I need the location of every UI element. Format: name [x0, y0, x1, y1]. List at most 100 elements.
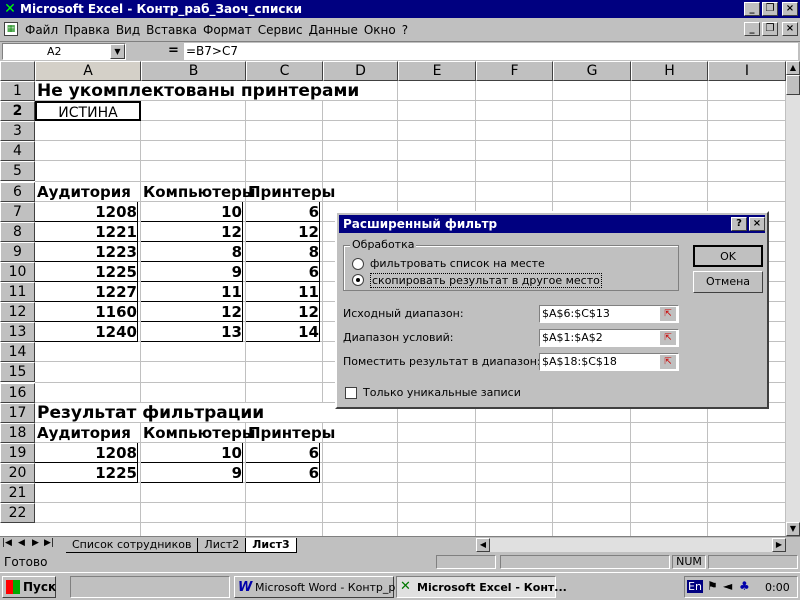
taskbar-excel-button[interactable]: ✕ Microsoft Excel - Конт...	[396, 576, 567, 598]
menu-item[interactable]: Файл	[22, 21, 61, 39]
result-cell[interactable]: 6	[246, 462, 320, 483]
dialog-help-button[interactable]: ?	[731, 217, 747, 231]
result-cell[interactable]: 10	[141, 442, 243, 463]
close-button[interactable]: ×	[782, 2, 798, 16]
sheet-tab[interactable]: Лист3	[246, 538, 297, 553]
row-header[interactable]: 5	[0, 161, 35, 182]
table-cell[interactable]: 10	[141, 201, 243, 222]
row-header[interactable]: 12	[0, 302, 35, 323]
cell-a2[interactable]: ИСТИНА	[35, 101, 141, 122]
menu-item[interactable]: Вставка	[143, 21, 200, 39]
table-cell[interactable]: 1223	[35, 241, 138, 262]
first-sheet-icon[interactable]: |◀	[2, 538, 12, 548]
row-header[interactable]: 16	[0, 382, 35, 403]
formula-equals[interactable]: =	[168, 43, 179, 58]
row-header[interactable]: 22	[0, 503, 35, 524]
table-cell[interactable]: 8	[246, 241, 320, 262]
cell-header-printers[interactable]: Принтеры	[248, 182, 335, 202]
ok-button[interactable]: OK	[693, 245, 763, 267]
scroll-thumb[interactable]	[786, 75, 800, 95]
select-all-corner[interactable]	[0, 61, 35, 81]
result-cell[interactable]: 6	[246, 442, 320, 463]
row-header[interactable]: 8	[0, 221, 35, 242]
table-cell[interactable]: 1208	[35, 201, 138, 222]
column-header[interactable]: D	[323, 61, 398, 81]
row-header[interactable]: 10	[0, 261, 35, 282]
table-cell[interactable]: 6	[246, 261, 320, 282]
radio-copy-elsewhere[interactable]	[352, 274, 364, 286]
row-header[interactable]: 20	[0, 462, 35, 483]
row-header[interactable]: 3	[0, 121, 35, 142]
row-header[interactable]: 6	[0, 181, 35, 202]
menu-item[interactable]: Данные	[306, 21, 361, 39]
cancel-button[interactable]: Отмена	[693, 271, 763, 293]
row-header[interactable]: 21	[0, 483, 35, 504]
chevron-down-icon[interactable]: ▼	[110, 44, 125, 59]
radio1-label[interactable]: фильтровать список на месте	[370, 257, 545, 270]
radio2-label[interactable]: скопировать результат в другое место	[370, 273, 602, 288]
start-button[interactable]: Пуск	[2, 576, 56, 598]
prev-sheet-icon[interactable]: ◀	[18, 538, 25, 548]
row-header[interactable]: 4	[0, 141, 35, 162]
row-header[interactable]: 13	[0, 322, 35, 343]
table-cell[interactable]: 8	[141, 241, 243, 262]
source-range-input[interactable]: $A$6:$C$13 ⇱	[539, 305, 679, 323]
dialog-close-button[interactable]: ×	[749, 217, 765, 231]
menu-item[interactable]: Правка	[61, 21, 113, 39]
collapse-dialog-icon[interactable]: ⇱	[660, 307, 676, 321]
row-header[interactable]: 14	[0, 342, 35, 363]
result-cell[interactable]: 1208	[35, 442, 138, 463]
table-cell[interactable]: 9	[141, 261, 243, 282]
doc-minimize-button[interactable]: _	[744, 22, 760, 36]
criteria-range-input[interactable]: $A$1:$A$2 ⇱	[539, 329, 679, 347]
table-cell[interactable]: 12	[246, 302, 320, 323]
table-cell[interactable]: 11	[141, 282, 243, 303]
cell-header-auditoria[interactable]: Аудитория	[37, 182, 131, 202]
row-header[interactable]: 2	[0, 101, 35, 122]
column-header[interactable]: C	[246, 61, 323, 81]
horizontal-scrollbar[interactable]: ◀ ▶	[476, 538, 786, 552]
scroll-up-arrow-icon[interactable]: ▲	[786, 61, 800, 75]
cell-a1-title[interactable]: Не укомплектованы принтерами	[37, 81, 359, 101]
scroll-left-arrow-icon[interactable]: ◀	[476, 538, 490, 552]
restore-button[interactable]: ❐	[762, 2, 778, 16]
table-cell[interactable]: 12	[141, 221, 243, 242]
unique-records-label[interactable]: Только уникальные записи	[363, 386, 521, 399]
table-cell[interactable]: 12	[141, 302, 243, 323]
row-header[interactable]: 7	[0, 201, 35, 222]
menu-item[interactable]: Окно	[361, 21, 399, 39]
column-header[interactable]: E	[398, 61, 476, 81]
column-header[interactable]: I	[708, 61, 786, 81]
column-header[interactable]: A	[35, 61, 141, 81]
unique-records-checkbox[interactable]	[345, 387, 357, 399]
menu-item[interactable]: Формат	[200, 21, 255, 39]
cell-a17-title[interactable]: Результат фильтрации	[37, 403, 264, 423]
table-cell[interactable]: 13	[141, 322, 243, 343]
minimize-button[interactable]: _	[744, 2, 760, 16]
formula-input[interactable]: =B7>C7	[184, 43, 798, 60]
doc-close-button[interactable]: ×	[782, 22, 798, 36]
row-header[interactable]: 17	[0, 402, 35, 423]
menu-item[interactable]: Сервис	[255, 21, 306, 39]
speaker-icon[interactable]: ◄	[723, 579, 732, 593]
sheet-tab[interactable]: Лист2	[198, 538, 247, 553]
table-cell[interactable]: 1227	[35, 282, 138, 303]
cell-header-computers[interactable]: Компьютеры	[143, 182, 255, 202]
last-sheet-icon[interactable]: ▶|	[44, 538, 54, 548]
row-header[interactable]: 15	[0, 362, 35, 383]
radio-filter-in-place[interactable]	[352, 258, 364, 270]
table-cell[interactable]: 12	[246, 221, 320, 242]
row-header[interactable]: 19	[0, 442, 35, 463]
next-sheet-icon[interactable]: ▶	[32, 538, 39, 548]
table-cell[interactable]: 1160	[35, 302, 138, 323]
column-header[interactable]: H	[631, 61, 708, 81]
menu-item[interactable]: Вид	[113, 21, 143, 39]
column-header[interactable]: B	[141, 61, 246, 81]
row-header[interactable]: 11	[0, 282, 35, 303]
name-box[interactable]: A2 ▼	[2, 43, 126, 60]
language-indicator[interactable]: En	[687, 580, 703, 593]
tray-app-icon[interactable]: ♣	[739, 579, 750, 593]
table-cell[interactable]: 6	[246, 201, 320, 222]
scroll-down-arrow-icon[interactable]: ▼	[786, 522, 800, 536]
column-header[interactable]: F	[476, 61, 553, 81]
